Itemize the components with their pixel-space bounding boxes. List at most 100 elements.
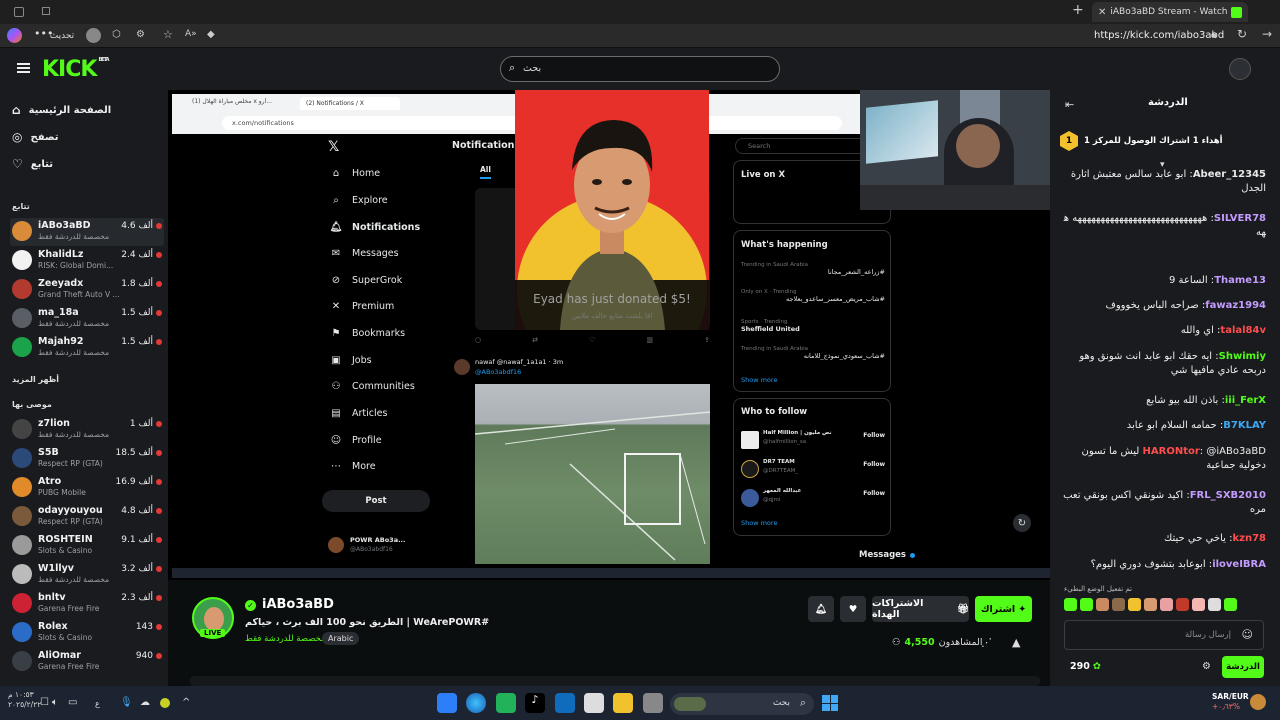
app-icon-window[interactable] — [643, 693, 663, 713]
collections-icon[interactable]: ⚙ — [136, 29, 145, 40]
chat-username[interactable]: HARONtor — [1143, 446, 1200, 457]
emote-icon[interactable] — [1176, 598, 1189, 611]
sidebar-item-browse[interactable]: ◎ تصفح — [12, 127, 162, 147]
channel-item[interactable]: Zeeyadx Grand Theft Auto V ... 1.8 ألف — [10, 276, 164, 304]
stream-category[interactable]: مخصصة للدردشة فقط — [245, 634, 326, 644]
emote-icon[interactable] — [1208, 598, 1221, 611]
cloud-icon[interactable]: ☁ — [140, 697, 150, 708]
tray-app-icon[interactable] — [160, 698, 170, 708]
url-text[interactable]: https://kick.com/iabo3abd — [1094, 30, 1224, 41]
forward-icon[interactable]: → — [1262, 27, 1272, 41]
lock-icon[interactable]: 🔒︎ — [1211, 29, 1216, 40]
channel-item[interactable]: z7lion مخصصة للدردشة فقط 1 ألف — [10, 416, 164, 444]
channel-item[interactable]: ma_18a مخصصة للدردشة فقط 1.5 ألف — [10, 305, 164, 333]
file-explorer-icon[interactable] — [613, 693, 633, 713]
sidebar-item-following[interactable]: ♡ تتابع — [12, 154, 162, 174]
store-icon[interactable] — [584, 693, 604, 713]
emote-bar[interactable] — [1064, 598, 1264, 616]
chat-username[interactable]: fawaz1994 — [1205, 300, 1266, 311]
chat-username[interactable]: Shwimiy — [1219, 351, 1266, 362]
new-tab-button[interactable]: + — [1072, 2, 1084, 18]
notification-bell-button[interactable]: 🔔︎ — [808, 596, 834, 622]
left-sidebar: ⌂ الصفحة الرئيسية ◎ تصفح ♡ تتابع تتابع i… — [0, 90, 168, 686]
follow-heart-button[interactable]: ♥ — [840, 596, 866, 622]
emote-icon[interactable] — [1192, 598, 1205, 611]
windows-start-icon[interactable] — [822, 695, 838, 711]
emote-icon[interactable] — [1144, 598, 1157, 611]
chat-settings-icon[interactable]: ⚙ — [1202, 661, 1211, 672]
refresh-button[interactable]: تحديث — [48, 27, 76, 45]
widget-avatar-icon[interactable] — [1250, 694, 1266, 710]
app-icon-files[interactable] — [437, 693, 457, 713]
channel-points[interactable]: 290 ✿ — [1070, 661, 1101, 672]
channel-item[interactable]: bnltv Garena Free Fire 2.3 ألف — [10, 590, 164, 618]
channel-item[interactable]: S5B Respect RP (GTA) 18.5 ألف — [10, 445, 164, 473]
outlook-icon[interactable] — [555, 693, 575, 713]
mic-icon[interactable]: 🎙︎ — [120, 697, 133, 708]
notification-icon[interactable]: ☐ — [40, 697, 49, 708]
tab-grid-icon[interactable] — [42, 7, 50, 15]
report-icon[interactable]: ▲ — [1012, 636, 1020, 649]
chat-username[interactable]: B7KLAY — [1223, 420, 1266, 431]
channel-item[interactable]: odayyouyou Respect RP (GTA) 4.8 ألف — [10, 503, 164, 531]
channel-item[interactable]: Atro PUBG Mobile 16.9 ألف — [10, 474, 164, 502]
taskbar-search[interactable]: ⌕ بحث — [670, 693, 814, 715]
search-input[interactable]: ⌕ بحث — [500, 56, 780, 82]
emote-icon[interactable] — [1160, 598, 1173, 611]
display-icon[interactable]: ▭ — [68, 697, 77, 708]
channel-item[interactable]: ROSHTEIN Slots & Casino 9.1 ألف — [10, 532, 164, 560]
collapse-chat-icon[interactable]: ⇤ — [1065, 98, 1074, 111]
kick-logo[interactable]: KICK BETA — [42, 57, 110, 82]
favorite-star-icon[interactable]: ☆ — [163, 28, 173, 41]
tray-expand-icon[interactable]: ^ — [182, 697, 190, 708]
edge-browser-icon[interactable] — [466, 693, 486, 713]
user-avatar[interactable] — [1229, 58, 1251, 80]
profile-avatar-icon[interactable] — [86, 28, 101, 43]
emote-icon[interactable] — [1224, 598, 1237, 611]
app-icon-green[interactable] — [496, 693, 516, 713]
read-aloud-icon[interactable]: A» — [185, 29, 197, 39]
share-icon[interactable]: ⋰ — [981, 636, 992, 649]
streamer-name[interactable]: iABo3aBD — [262, 597, 334, 612]
channel-item[interactable]: Majah92 مخصصة للدردشة فقط 1.5 ألف — [10, 334, 164, 362]
chat-username[interactable]: iloveIBRA — [1212, 559, 1266, 570]
language-tag[interactable]: Arabic — [322, 632, 360, 645]
emote-icon[interactable] — [1128, 598, 1141, 611]
copilot-icon[interactable] — [7, 28, 22, 43]
chat-username[interactable]: Thame13 — [1214, 275, 1266, 286]
active-tab[interactable]: ✕ iABo3aBD Stream - Watch Li — [1092, 2, 1248, 22]
emote-icon[interactable] — [1064, 598, 1077, 611]
sidebar-item-home[interactable]: ⌂ الصفحة الرئيسية — [12, 100, 162, 120]
send-chat-button[interactable]: الدردشة — [1222, 656, 1264, 678]
pinned-gift-banner[interactable]: 1 أهداء 1 اشتراك الوصول للمركز 1 — [1060, 126, 1270, 156]
emote-icon[interactable] — [1112, 598, 1125, 611]
channel-item[interactable]: AliOmar Garena Free Fire 940 — [10, 648, 164, 676]
chat-username[interactable]: SILVER78 — [1214, 213, 1266, 224]
reload-icon[interactable]: ↻ — [1237, 27, 1247, 41]
chat-username[interactable]: talal84v — [1220, 325, 1266, 336]
chat-username[interactable]: Abeer_12345 — [1193, 169, 1266, 180]
emote-icon[interactable] — [1080, 598, 1093, 611]
channel-item[interactable]: W1llyv مخصصة للدردشة فقط 3.2 ألف — [10, 561, 164, 589]
close-tab-icon[interactable]: ✕ — [1098, 7, 1106, 18]
currency-widget[interactable]: SAR/EUR +٠٫٦٣% — [1212, 692, 1249, 712]
volume-icon[interactable]: 🔈︎ — [52, 697, 58, 708]
language-indicator[interactable]: ع — [95, 699, 100, 708]
chat-username[interactable]: kzn78 — [1232, 533, 1266, 544]
tag-icon[interactable]: ◆ — [207, 29, 215, 40]
chat-username[interactable]: iii_FerX — [1225, 395, 1266, 406]
tab-actions-icon[interactable] — [14, 7, 24, 17]
tiktok-icon[interactable]: ♪ — [525, 693, 545, 713]
chat-username[interactable]: FRL_SXB2010 — [1190, 490, 1266, 501]
chat-message-input[interactable]: إرسال رسالة ☺ — [1064, 620, 1264, 650]
subscribe-button[interactable]: اشتراك ✦ — [975, 596, 1032, 622]
emote-icon[interactable] — [1096, 598, 1109, 611]
emoji-icon[interactable]: ☺ — [1242, 628, 1253, 641]
show-more-link[interactable]: أظهر المزيد — [12, 375, 59, 384]
hamburger-menu-icon[interactable] — [17, 63, 30, 73]
channel-item[interactable]: KhalidLz RISK: Global Domi... 2.4 ألف — [10, 247, 164, 275]
channel-item[interactable]: Rolex Slots & Casino 143 — [10, 619, 164, 647]
channel-item[interactable]: iABo3aBD مخصصة للدردشة فقط 4.6 ألف — [10, 218, 164, 246]
extensions-icon[interactable]: ⬡ — [112, 29, 121, 40]
gift-subs-button[interactable]: الاشتراكات الهداة 🎁︎ — [872, 596, 969, 622]
